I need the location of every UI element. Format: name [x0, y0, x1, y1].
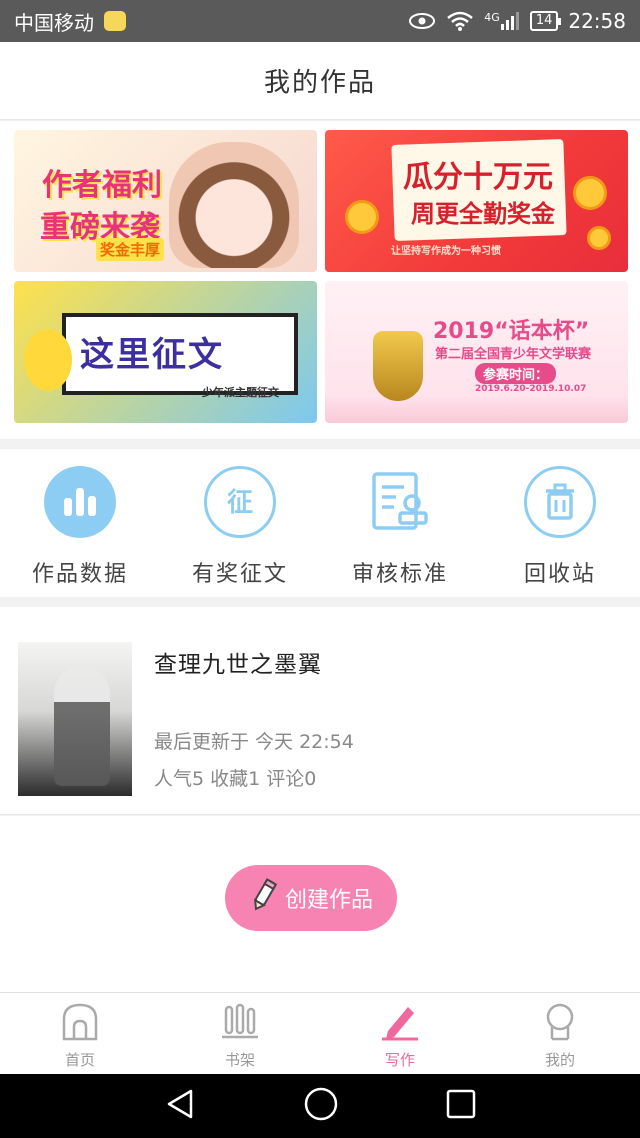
work-updated: 最后更新于 今天 22:54 [154, 731, 354, 753]
action-recycle-bin[interactable]: 回收站 [480, 449, 640, 597]
home-icon [60, 1001, 100, 1045]
banner-text: 作者福利 [42, 168, 162, 203]
wifi-icon [446, 11, 474, 31]
banner-weekly-bonus[interactable]: 瓜分十万元 周更全勤奖金 让坚持写作成为一种习惯 [325, 130, 628, 272]
tab-label: 书架 [224, 1051, 255, 1069]
create-work-button[interactable]: 创建作品 [225, 865, 397, 931]
coin-icon [573, 176, 607, 210]
anime-girl-illustration [169, 142, 299, 268]
bookshelf-icon [220, 1001, 260, 1045]
tab-label: 我的 [544, 1051, 575, 1069]
title-bar: 我的作品 [0, 42, 640, 120]
trash-icon [524, 466, 596, 538]
home-circle-icon[interactable] [303, 1086, 339, 1126]
battery-level: 14 [535, 13, 553, 28]
work-stats: 人气5 收藏1 评论0 [154, 768, 317, 790]
banner-essay-contest[interactable]: 这里征文 少年派主题征文 [14, 281, 317, 423]
carrier-name: 中国移动 [14, 10, 94, 35]
banner-text: 第二届全国青少年文学联赛 [435, 347, 592, 362]
svg-text:征: 征 [227, 488, 253, 518]
tab-profile[interactable]: 我的 [480, 993, 640, 1074]
tab-writing[interactable]: 写作 [320, 993, 480, 1074]
create-area: 创建作品 [0, 816, 640, 992]
action-label: 回收站 [523, 562, 596, 587]
carrier-group: 中国移动 [14, 7, 126, 36]
cover-figure [54, 666, 110, 786]
pen-icon [380, 1001, 420, 1045]
system-navigation-bar [0, 1074, 640, 1138]
action-label: 审核标准 [351, 562, 448, 587]
battery-icon: 14 [529, 11, 561, 31]
status-bar: 中国移动 4G 14 22:58 [0, 0, 640, 42]
banner-tag: 参赛时间： [475, 363, 557, 384]
banner-text: 瓜分十万元 [403, 160, 553, 195]
back-icon[interactable] [163, 1087, 197, 1125]
app-notification-icon [104, 11, 126, 31]
coin-icon [345, 200, 379, 234]
document-review-icon [364, 466, 436, 538]
duck-illustration [24, 329, 72, 391]
eye-icon [408, 12, 436, 30]
zheng-badge-icon: 征 [204, 466, 276, 538]
work-list-item[interactable]: 查理九世之墨翼 最后更新于 今天 22:54 人气5 收藏1 评论0 [0, 607, 640, 815]
banner-note: 让坚持写作成为一种习惯 [391, 246, 501, 257]
banner-text: 周更全勤奖金 [411, 200, 555, 228]
tab-label: 写作 [384, 1051, 415, 1069]
action-work-data[interactable]: 作品数据 [0, 449, 160, 597]
trophy-illustration [373, 331, 423, 401]
bar-chart-icon [44, 466, 116, 538]
status-icons: 4G 14 22:58 [408, 9, 626, 33]
quick-actions: 作品数据 征 有奖征文 审核标准 回收站 [0, 449, 640, 597]
banner-text: 这里征文 [80, 335, 224, 375]
banner-author-benefits[interactable]: 作者福利 重磅来袭 奖金丰厚 [14, 130, 317, 272]
page-title: 我的作品 [263, 68, 376, 98]
network-type: 4G [484, 11, 500, 24]
clock: 22:58 [568, 9, 626, 33]
signal-icon: 4G [484, 11, 520, 31]
coin-icon [587, 226, 611, 250]
banner-tag: 奖金丰厚 [96, 238, 165, 261]
action-label: 作品数据 [31, 562, 128, 587]
tab-home[interactable]: 首页 [0, 993, 160, 1074]
banner-huaben-cup[interactable]: 2019“话本杯” 第二届全国青少年文学联赛 参赛时间： 2019.6.20-2… [325, 281, 628, 423]
recents-square-icon[interactable] [445, 1088, 477, 1124]
banner-date: 2019.6.20-2019.10.07 [475, 384, 587, 394]
create-work-label: 创建作品 [284, 888, 373, 913]
tab-label: 首页 [64, 1051, 95, 1069]
action-review-standards[interactable]: 审核标准 [320, 449, 480, 597]
action-label: 有奖征文 [191, 562, 288, 587]
banner-text: 2019“话本杯” [433, 319, 590, 344]
pencil-icon [249, 878, 279, 918]
profile-icon [540, 1001, 580, 1045]
work-title: 查理九世之墨翼 [154, 652, 322, 678]
tab-bookshelf[interactable]: 书架 [160, 993, 320, 1074]
action-essay-contest[interactable]: 征 有奖征文 [160, 449, 320, 597]
banner-grid: 作者福利 重磅来袭 奖金丰厚 瓜分十万元 周更全勤奖金 让坚持写作成为一种习惯 … [0, 121, 640, 439]
banner-tag: 少年派主题征文 [202, 386, 279, 399]
work-cover-image[interactable] [18, 642, 132, 796]
bottom-tab-bar: 首页 书架 写作 我的 [0, 992, 640, 1074]
